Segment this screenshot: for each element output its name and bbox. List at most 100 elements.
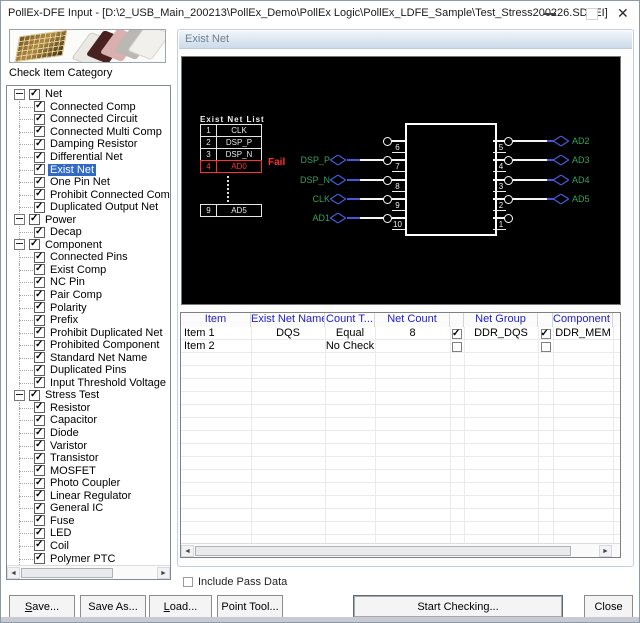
tree-item[interactable]: Damping Resistor xyxy=(7,138,170,151)
table-row[interactable]: Item 1 DQS Equal 8 DDR_DQS DDR_MEM xyxy=(181,327,620,340)
tree-item[interactable]: Net xyxy=(7,88,170,101)
tree-checkbox[interactable] xyxy=(34,553,45,564)
tree-item-label[interactable]: General IC xyxy=(48,502,105,514)
tree-item[interactable]: Pair Comp xyxy=(7,289,170,302)
tree-checkbox[interactable] xyxy=(34,189,45,200)
tree-item[interactable]: Exist Net xyxy=(7,163,170,176)
tree-checkbox[interactable] xyxy=(34,490,45,501)
tree-item[interactable]: Component xyxy=(7,239,170,252)
tree-item-label[interactable]: Resistor xyxy=(48,402,92,414)
tree-item[interactable]: Photo Coupler xyxy=(7,477,170,490)
tree-item[interactable]: Connected Multi Comp xyxy=(7,126,170,139)
tree-item[interactable]: Resistor xyxy=(7,402,170,415)
cell-count-type[interactable]: Equal xyxy=(325,327,375,340)
tree-item-label[interactable]: Prohibit Connected Comp xyxy=(48,189,171,201)
tree-item-label[interactable]: Standard Net Name xyxy=(48,352,149,364)
tree-item[interactable]: Linear Regulator xyxy=(7,490,170,503)
net-group-checkbox[interactable] xyxy=(452,329,462,339)
tree-item-label[interactable]: Decap xyxy=(48,226,84,238)
start-checking-button[interactable]: Start Checking... xyxy=(353,595,563,618)
tree-item-label[interactable]: Duplicated Pins xyxy=(48,364,128,376)
tree-item-label[interactable]: Component xyxy=(43,239,104,251)
tree-item-label[interactable]: Exist Net xyxy=(48,164,96,176)
tree-item-label[interactable]: Capacitor xyxy=(48,414,99,426)
tree-item-label[interactable]: Prohibit Duplicated Net xyxy=(48,327,165,339)
tree-item-label[interactable]: Photo Coupler xyxy=(48,477,122,489)
scrollbar-thumb[interactable] xyxy=(21,568,113,578)
tree-checkbox[interactable] xyxy=(34,202,45,213)
tree-item-label[interactable]: Power xyxy=(43,214,78,226)
tree-checkbox[interactable] xyxy=(29,239,40,250)
tree-checkbox[interactable] xyxy=(34,465,45,476)
tree-checkbox[interactable] xyxy=(34,177,45,188)
tree-item[interactable]: Prohibited Component xyxy=(7,339,170,352)
comp-group-checkbox[interactable] xyxy=(541,329,551,339)
tree-item-label[interactable]: Prohibited Component xyxy=(48,339,161,351)
scroll-right-icon[interactable]: ► xyxy=(157,567,170,579)
tree-item[interactable]: MOSFET xyxy=(7,464,170,477)
tree-checkbox[interactable] xyxy=(34,101,45,112)
column-header-net-group-check[interactable] xyxy=(450,313,464,327)
tree-checkbox[interactable] xyxy=(34,114,45,125)
tree-item[interactable]: Diode xyxy=(7,427,170,440)
column-header-comp-group-check[interactable] xyxy=(538,313,553,327)
tree-checkbox[interactable] xyxy=(34,440,45,451)
tree-item-label[interactable]: Varistor xyxy=(48,440,89,452)
maximize-icon[interactable] xyxy=(586,8,598,20)
tree-checkbox[interactable] xyxy=(34,428,45,439)
cell-count-type[interactable]: No Check xyxy=(325,340,375,353)
tree-item[interactable]: Duplicated Output Net xyxy=(7,201,170,214)
tree-item[interactable]: Capacitor xyxy=(7,414,170,427)
tree-item[interactable]: NC Pin xyxy=(7,276,170,289)
column-header-count-type[interactable]: Count T... xyxy=(325,313,375,327)
tree-checkbox[interactable] xyxy=(34,152,45,163)
tree-item-label[interactable]: Input Threshold Voltage xyxy=(48,377,168,389)
minimize-icon[interactable] xyxy=(544,13,556,15)
cell-net-group[interactable]: DDR_DQS xyxy=(464,327,538,340)
tree-item[interactable]: Decap xyxy=(7,226,170,239)
save-button[interactable]: Save... xyxy=(9,595,75,618)
tree-item[interactable]: One Pin Net xyxy=(7,176,170,189)
tree-checkbox[interactable] xyxy=(34,402,45,413)
tree-item-label[interactable]: Diode xyxy=(48,427,81,439)
tree-item-label[interactable]: Differential Net xyxy=(48,151,125,163)
tree-item-label[interactable]: Linear Regulator xyxy=(48,490,133,502)
tree-item-label[interactable]: Coil xyxy=(48,540,71,552)
cell-net-group[interactable] xyxy=(464,340,538,353)
tree-checkbox[interactable] xyxy=(34,290,45,301)
tree-item-label[interactable]: Exist Comp xyxy=(48,264,108,276)
tree-item[interactable]: Duplicated Pins xyxy=(7,364,170,377)
tree-item-label[interactable]: MOSFET xyxy=(48,465,98,477)
tree-item[interactable]: Polarity xyxy=(7,301,170,314)
tree-item-label[interactable]: Polarity xyxy=(48,302,89,314)
scroll-left-icon[interactable]: ◄ xyxy=(181,545,194,557)
tree-checkbox[interactable] xyxy=(34,365,45,376)
tree-checkbox[interactable] xyxy=(29,89,40,100)
scroll-left-icon[interactable]: ◄ xyxy=(7,567,20,579)
column-header-component-group[interactable]: Component G xyxy=(553,313,613,327)
cell-item[interactable]: Item 2 xyxy=(181,340,251,353)
table-row[interactable]: Item 2 No Check xyxy=(181,340,620,353)
tree-item-label[interactable]: Damping Resistor xyxy=(48,138,139,150)
tree-item[interactable]: Connected Circuit xyxy=(7,113,170,126)
tree-checkbox[interactable] xyxy=(34,126,45,137)
tree-checkbox[interactable] xyxy=(34,453,45,464)
tree-checkbox[interactable] xyxy=(34,277,45,288)
tree-item[interactable]: Prefix xyxy=(7,314,170,327)
tree-item-label[interactable]: Transistor xyxy=(48,452,101,464)
tree-item-label[interactable]: Connected Pins xyxy=(48,251,130,263)
tree-item-label[interactable]: Net xyxy=(43,88,64,100)
tree-checkbox[interactable] xyxy=(34,540,45,551)
tree-item[interactable]: Input Threshold Voltage xyxy=(7,377,170,390)
tree-item[interactable]: Power xyxy=(7,213,170,226)
scroll-right-icon[interactable]: ► xyxy=(599,545,612,557)
tree-item[interactable]: Varistor xyxy=(7,439,170,452)
table-horizontal-scrollbar[interactable]: ◄ ► xyxy=(181,543,620,557)
tree-horizontal-scrollbar[interactable]: ◄ ► xyxy=(7,565,170,579)
tree-item[interactable]: General IC xyxy=(7,502,170,515)
cell-exist-net-name[interactable]: DQS xyxy=(251,327,325,340)
column-header-item[interactable]: Item xyxy=(181,313,251,327)
tree-item-label[interactable]: NC Pin xyxy=(48,276,87,288)
tree-item[interactable]: Fuse xyxy=(7,515,170,528)
tree-checkbox[interactable] xyxy=(34,302,45,313)
